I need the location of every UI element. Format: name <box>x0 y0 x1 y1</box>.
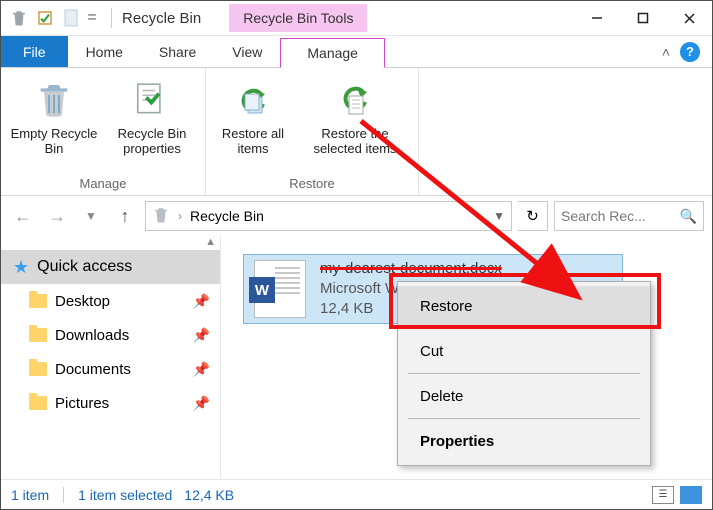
nav-label: Pictures <box>55 395 109 412</box>
contextual-tab-label: Recycle Bin Tools <box>229 4 367 32</box>
ctx-separator <box>408 328 640 329</box>
trash-icon <box>32 78 76 122</box>
ctx-cut[interactable]: Cut <box>398 331 650 371</box>
view-details-button[interactable]: ☰ <box>652 486 674 504</box>
qat-blank-icon[interactable] <box>59 6 83 30</box>
nav-pictures[interactable]: Pictures 📌 <box>1 386 220 420</box>
title-separator <box>111 8 112 28</box>
restore-all-items-button[interactable]: Restore all items <box>214 74 292 172</box>
scroll-up-icon[interactable]: ▲ <box>205 236 216 248</box>
word-document-icon: W <box>254 260 306 318</box>
qat-recycle-bin-icon[interactable] <box>7 6 31 30</box>
nav-documents[interactable]: Documents 📌 <box>1 352 220 386</box>
nav-label: Quick access <box>37 258 132 276</box>
restore-selected-items-button[interactable]: Restore the selected items <box>300 74 410 172</box>
qat-properties-icon[interactable] <box>33 6 57 30</box>
restore-selected-icon <box>333 78 377 122</box>
maximize-button[interactable] <box>620 2 666 34</box>
nav-desktop[interactable]: Desktop 📌 <box>1 284 220 318</box>
recent-locations-button[interactable]: ▼ <box>77 202 105 230</box>
ctx-restore[interactable]: Restore <box>398 286 650 326</box>
search-placeholder: Search Rec... <box>561 208 646 224</box>
button-label: Restore all items <box>214 126 292 156</box>
ribbon-group-manage: Empty Recycle Bin Recycle Bin properties… <box>1 68 206 195</box>
properties-icon <box>130 78 174 122</box>
quick-access-toolbar: = <box>1 6 105 30</box>
tab-share[interactable]: Share <box>141 36 214 67</box>
tab-home[interactable]: Home <box>68 36 141 67</box>
folder-icon <box>29 396 47 410</box>
group-label: Manage <box>80 172 127 193</box>
ribbon: Empty Recycle Bin Recycle Bin properties… <box>1 68 712 196</box>
address-bar-row: ← → ▼ ↑ › Recycle Bin ▼ ↻ Search Rec... … <box>1 196 712 236</box>
refresh-button[interactable]: ↻ <box>518 201 548 231</box>
star-icon: ★ <box>13 257 29 278</box>
view-switcher: ☰ <box>652 486 702 504</box>
empty-recycle-bin-button[interactable]: Empty Recycle Bin <box>9 74 99 172</box>
chevron-right-icon: › <box>178 209 182 223</box>
close-button[interactable] <box>666 2 712 34</box>
up-button[interactable]: ↑ <box>111 202 139 230</box>
button-label: Empty Recycle Bin <box>9 126 99 156</box>
file-name: my-dearest-document.docx <box>320 259 502 279</box>
forward-button[interactable]: → <box>43 202 71 230</box>
nav-quick-access[interactable]: ★ Quick access <box>1 250 220 284</box>
minimize-button[interactable] <box>574 2 620 34</box>
context-menu: Restore Cut Delete Properties <box>397 281 651 466</box>
group-label: Restore <box>289 172 335 193</box>
address-bar[interactable]: › Recycle Bin ▼ <box>145 201 512 231</box>
folder-icon <box>29 328 47 342</box>
status-item-count: 1 item <box>11 487 49 503</box>
recycle-bin-icon <box>152 206 170 227</box>
status-bar: 1 item 1 item selected 12,4 KB ☰ <box>1 479 712 509</box>
pin-icon: 📌 <box>193 327 210 344</box>
window-title: Recycle Bin <box>118 10 205 27</box>
help-icon[interactable]: ? <box>680 42 700 62</box>
pin-icon: 📌 <box>193 395 210 412</box>
pin-icon: 📌 <box>193 361 210 378</box>
back-button[interactable]: ← <box>9 202 37 230</box>
explorer-window: = Recycle Bin Recycle Bin Tools File Hom… <box>0 0 713 510</box>
button-label: Restore the selected items <box>300 126 410 156</box>
ribbon-tabs: File Home Share View Manage ˄ ? <box>1 36 712 68</box>
ctx-delete[interactable]: Delete <box>398 376 650 416</box>
address-text: Recycle Bin <box>190 208 264 224</box>
view-thumbnails-button[interactable] <box>680 486 702 504</box>
nav-label: Desktop <box>55 293 110 310</box>
ribbon-group-restore: Restore all items Restore the selected i… <box>206 68 419 195</box>
ctx-separator <box>408 373 640 374</box>
tab-view[interactable]: View <box>214 36 280 67</box>
status-size: 12,4 KB <box>184 487 234 503</box>
recycle-bin-properties-button[interactable]: Recycle Bin properties <box>107 74 197 172</box>
title-bar: = Recycle Bin Recycle Bin Tools <box>1 1 712 36</box>
ctx-properties[interactable]: Properties <box>398 421 650 461</box>
button-label: Recycle Bin properties <box>107 126 197 156</box>
navigation-pane: ▲ ★ Quick access Desktop 📌 Downloads 📌 D… <box>1 236 221 478</box>
ribbon-collapse-icon[interactable]: ˄ <box>662 44 670 60</box>
ctx-separator <box>408 418 640 419</box>
folder-icon <box>29 362 47 376</box>
folder-icon <box>29 294 47 308</box>
nav-label: Downloads <box>55 327 129 344</box>
status-separator <box>63 487 64 503</box>
tab-file[interactable]: File <box>1 36 68 67</box>
restore-all-icon <box>231 78 275 122</box>
pin-icon: 📌 <box>193 293 210 310</box>
status-selected: 1 item selected <box>78 487 172 503</box>
chevron-down-icon[interactable]: ▼ <box>493 209 505 223</box>
qat-dropdown-icon[interactable]: = <box>85 6 99 30</box>
nav-downloads[interactable]: Downloads 📌 <box>1 318 220 352</box>
tab-manage[interactable]: Manage <box>280 38 385 68</box>
search-icon: 🔍 <box>680 208 697 225</box>
window-controls <box>574 2 712 34</box>
search-box[interactable]: Search Rec... 🔍 <box>554 201 704 231</box>
nav-label: Documents <box>55 361 131 378</box>
